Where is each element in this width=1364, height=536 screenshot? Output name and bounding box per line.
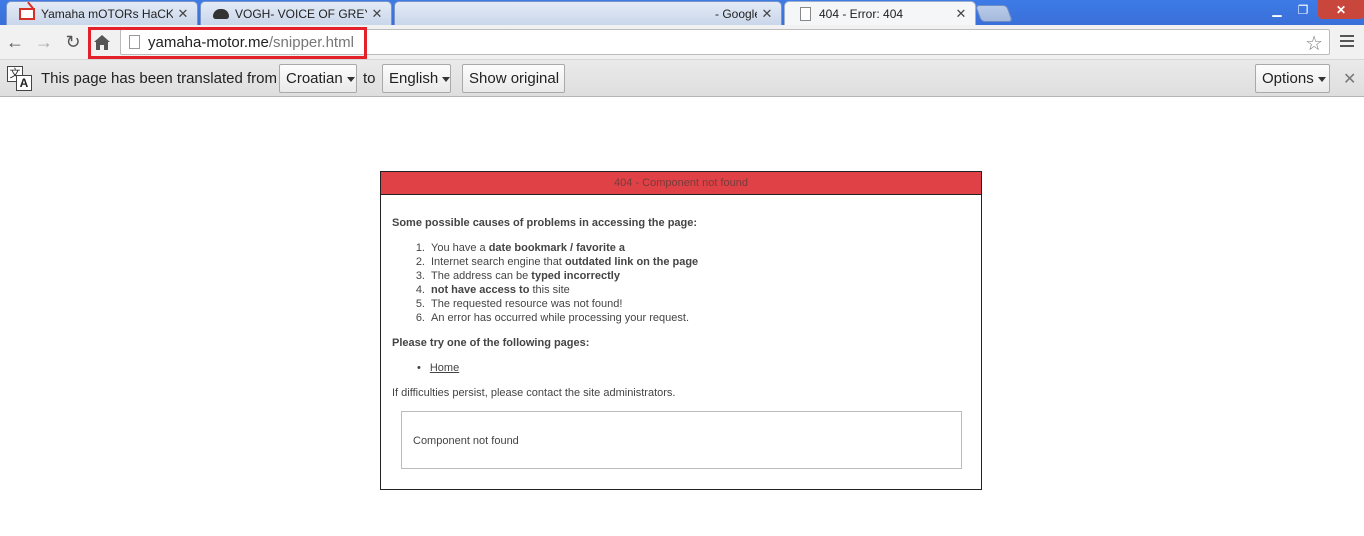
dropdown-arrow-icon [346,77,355,82]
causes-list: 1. You have a date bookmark / favorite a … [415,241,699,325]
tab-gmail[interactable]: Yamaha mOTORs HaCKE ✕ [6,1,198,25]
close-tab-icon[interactable]: ✕ [761,6,773,22]
dropdown-arrow-icon [442,77,451,82]
error-message: Component not found [413,435,519,447]
list-item: Home [417,362,459,374]
error-message-box: Component not found [401,411,962,469]
close-tab-icon[interactable]: ✕ [955,6,967,22]
page-icon [797,6,813,22]
tab-google[interactable]: - Google S ✕ [394,1,782,25]
translate-icon: 文A [7,66,33,92]
list-item: 2. Internet search engine that outdated l… [415,256,699,268]
error-header: 404 - Component not found [381,172,981,195]
close-translate-bar-icon[interactable]: ✕ [1343,69,1356,89]
show-original-button[interactable]: Show original [462,64,565,93]
blank-icon [407,6,423,22]
minimize-icon[interactable]: ▁ [1264,0,1290,19]
bookmark-star-icon[interactable]: ☆ [1305,31,1323,56]
tab-title: Yamaha mOTORs HaCKE [41,6,173,21]
options-button[interactable]: Options [1255,64,1330,93]
error-box: 404 - Component not found Some possible … [380,171,982,490]
close-window-icon[interactable]: ✕ [1318,0,1364,19]
from-language-select[interactable]: Croatian [279,64,357,93]
tab-strip: Yamaha mOTORs HaCKE ✕ VOGH- VOICE OF GRE… [0,0,1364,25]
gmail-icon [19,6,35,22]
translate-bar: 文A This page has been translated from Cr… [0,60,1364,97]
list-item: 4. not have access to this site [415,284,570,296]
tab-title: 404 - Error: 404 [819,6,904,21]
links-list: Home [417,362,459,374]
new-tab-button[interactable] [974,5,1014,22]
close-tab-icon[interactable]: ✕ [177,6,189,22]
list-item: 5. The requested resource was not found! [415,298,623,310]
restore-icon[interactable]: ❐ [1290,0,1316,19]
dropdown-arrow-icon [1317,77,1326,82]
to-language-label: English [389,70,439,87]
try-heading: Please try one of the following pages: [392,337,590,349]
options-label: Options [1262,70,1314,87]
forward-arrow-icon[interactable]: → [33,31,55,53]
list-item: 3. The address can be typed incorrectly [415,270,620,282]
home-link[interactable]: Home [430,362,459,374]
menu-icon[interactable] [1338,33,1356,51]
close-tab-icon[interactable]: ✕ [371,6,383,22]
reload-icon[interactable]: ↻ [62,31,84,53]
hat-icon [213,6,229,22]
translate-message: This page has been translated from [41,70,277,87]
list-item: 1. You have a date bookmark / favorite a [415,242,626,254]
to-language-select[interactable]: English [382,64,451,93]
url-highlight-box [88,27,367,59]
list-item: 6. An error has occurred while processing… [415,312,690,324]
from-language-label: Croatian [286,70,343,87]
tab-vogh[interactable]: VOGH- VOICE OF GREYHA ✕ [200,1,392,25]
tab-404[interactable]: 404 - Error: 404 ✕ [784,1,976,25]
causes-heading: Some possible causes of problems in acce… [392,217,698,229]
tab-title: - Google S [715,6,757,21]
translate-connector: to [363,70,376,87]
tab-title: VOGH- VOICE OF GREYHA [235,6,367,21]
back-arrow-icon[interactable]: ← [4,31,26,53]
persist-text: If difficulties persist, please contact … [392,387,676,399]
